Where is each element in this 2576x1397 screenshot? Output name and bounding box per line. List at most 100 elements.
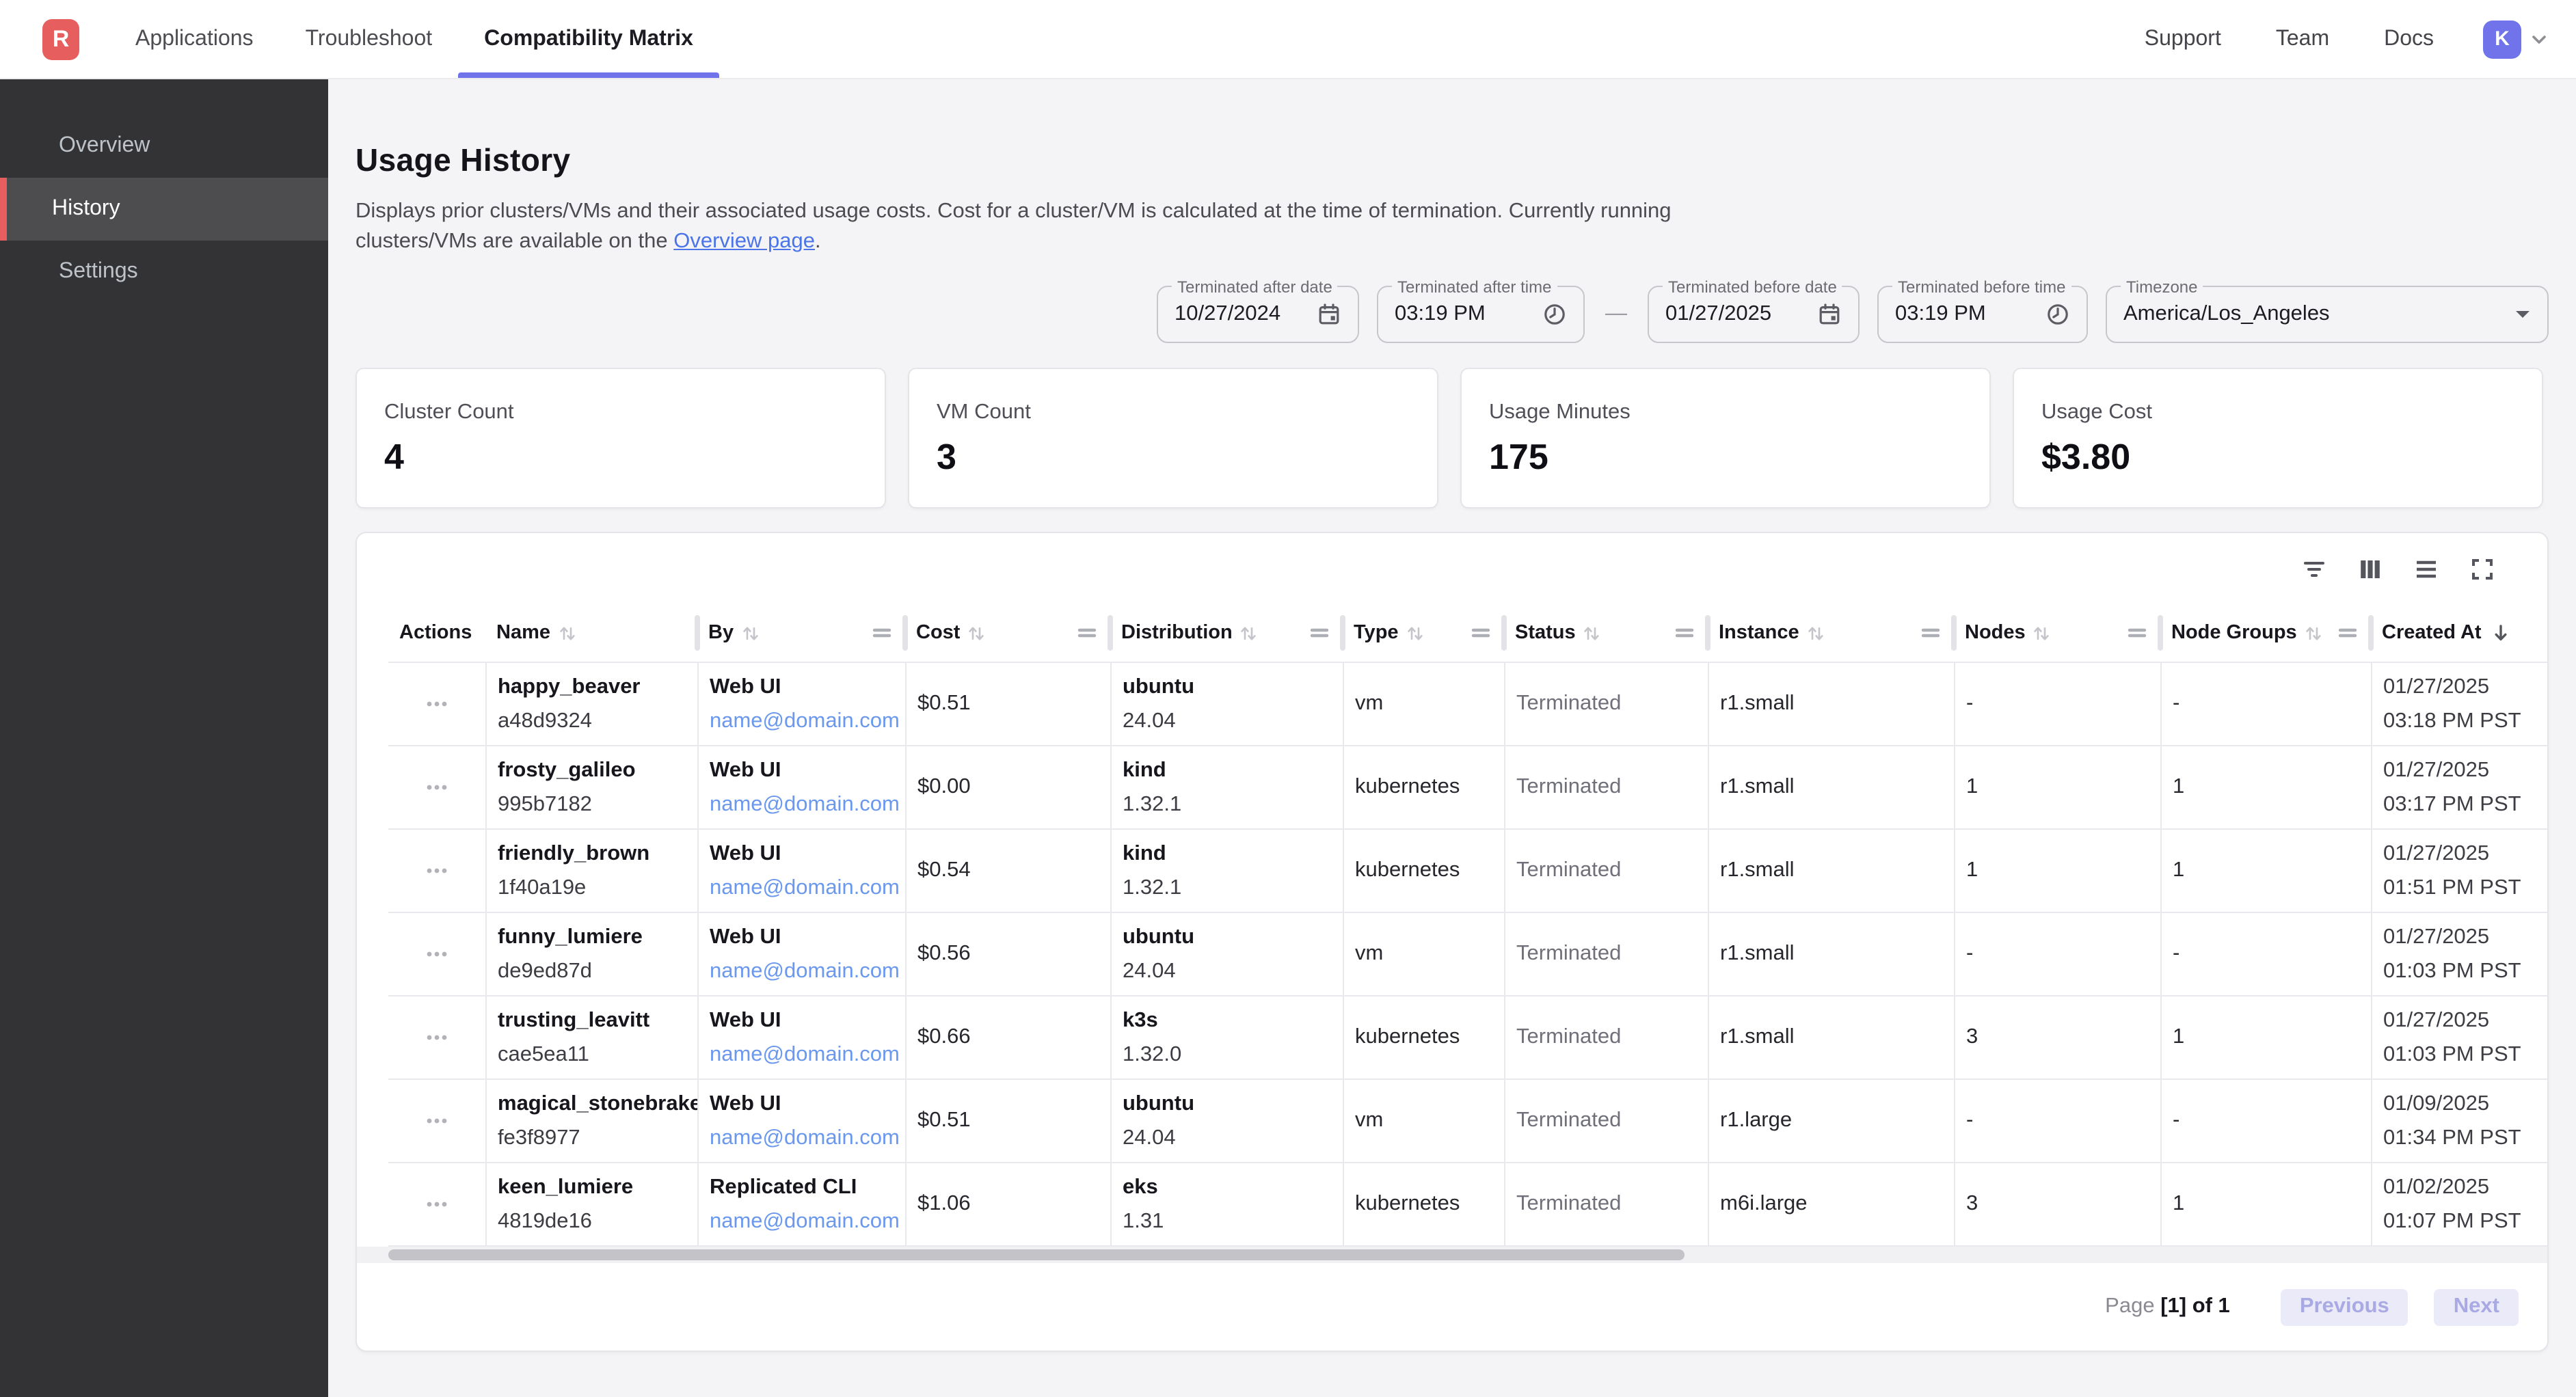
column-header[interactable]: Nodes <box>1954 604 2160 662</box>
timezone-select[interactable]: Timezone America/Los_Angeles <box>2106 286 2549 343</box>
fullscreen-icon[interactable] <box>2469 556 2495 582</box>
cell-status: Terminated <box>1504 996 1708 1079</box>
column-header-label: Node Groups <box>2171 622 2297 644</box>
next-page-button[interactable]: Next <box>2434 1288 2519 1325</box>
column-header[interactable]: Created At <box>2371 604 2547 662</box>
terminated-before-date-field[interactable]: Terminated before date 01/27/2025 <box>1648 286 1860 343</box>
cell-actions <box>388 996 485 1079</box>
column-header[interactable]: Type <box>1343 604 1504 662</box>
sidebar-item[interactable]: Overview <box>0 115 328 178</box>
nav-link[interactable]: Support <box>2117 0 2249 79</box>
created-by-email-link[interactable]: name@domain.com <box>710 1204 894 1238</box>
nav-tab[interactable]: Applications <box>109 0 280 78</box>
cluster-name: trusting_leavitt <box>498 1003 686 1037</box>
cost-value: $0.66 <box>917 1025 1099 1050</box>
created-by-source: Web UI <box>710 1003 894 1037</box>
nav-link[interactable]: Team <box>2249 0 2357 79</box>
created-by-email-link[interactable]: name@domain.com <box>710 1121 894 1155</box>
filter-icon[interactable] <box>2301 556 2327 582</box>
columns-icon[interactable] <box>2357 556 2383 582</box>
distribution-version: 1.32.1 <box>1123 787 1332 822</box>
row-actions-button[interactable] <box>417 775 457 800</box>
clock-icon[interactable] <box>1529 302 1567 327</box>
column-header[interactable]: Distribution <box>1110 604 1343 662</box>
column-menu-icon[interactable] <box>1675 623 1694 642</box>
page-title: Usage History <box>355 142 2549 179</box>
column-header[interactable]: Name <box>485 604 697 662</box>
field-label: Timezone <box>2121 277 2203 297</box>
cell-created-at: 01/27/2025 01:03 PM PST <box>2371 996 2547 1079</box>
created-by-email-link[interactable]: name@domain.com <box>710 704 894 738</box>
cell-status: Terminated <box>1504 913 1708 995</box>
cell-instance: r1.small <box>1708 746 1954 828</box>
calendar-icon[interactable] <box>1303 302 1341 327</box>
created-date: 01/27/2025 <box>2383 1003 2547 1037</box>
clock-icon[interactable] <box>2032 302 2070 327</box>
terminated-before-time-field[interactable]: Terminated before time 03:19 PM <box>1877 286 2088 343</box>
replicated-logo[interactable]: R <box>42 18 79 59</box>
cell-node-groups: 1 <box>2160 1163 2371 1245</box>
date-range-dash: — <box>1602 302 1630 327</box>
nav-tab[interactable]: Compatibility Matrix <box>458 0 719 78</box>
previous-page-button[interactable]: Previous <box>2281 1288 2409 1325</box>
created-by-email-link[interactable]: name@domain.com <box>710 1037 894 1072</box>
sort-icon <box>2304 623 2323 643</box>
row-actions-button[interactable] <box>417 942 457 966</box>
column-menu-icon[interactable] <box>1310 623 1329 642</box>
distribution-name: ubuntu <box>1123 670 1332 704</box>
sort-icon <box>1406 623 1425 643</box>
column-header[interactable]: Status <box>1504 604 1708 662</box>
nodes-value: 3 <box>1966 1192 2149 1217</box>
column-header-label: Distribution <box>1121 622 1233 644</box>
row-actions-button[interactable] <box>417 1109 457 1133</box>
scrollbar-thumb[interactable] <box>388 1249 1685 1260</box>
row-actions-button[interactable] <box>417 692 457 716</box>
created-by-source: Web UI <box>710 670 894 704</box>
nav-tab[interactable]: Troubleshoot <box>280 0 459 78</box>
created-by-email-link[interactable]: name@domain.com <box>710 871 894 905</box>
column-menu-icon[interactable] <box>872 623 891 642</box>
calendar-icon[interactable] <box>1803 302 1842 327</box>
density-icon[interactable] <box>2413 556 2439 582</box>
row-actions-button[interactable] <box>417 858 457 883</box>
distribution-version: 1.32.1 <box>1123 871 1332 905</box>
sidebar-item[interactable]: Settings <box>0 241 328 303</box>
nodes-value: - <box>1966 1109 2149 1133</box>
account-menu-button[interactable]: K <box>2483 20 2551 58</box>
cell-distribution: kind 1.32.1 <box>1110 746 1343 828</box>
column-menu-icon[interactable] <box>1471 623 1490 642</box>
column-header[interactable]: By <box>697 604 905 662</box>
terminated-after-date-field[interactable]: Terminated after date 10/27/2024 <box>1157 286 1359 343</box>
column-menu-icon[interactable] <box>2128 623 2147 642</box>
horizontal-scrollbar[interactable] <box>357 1247 2547 1263</box>
nav-link[interactable]: Docs <box>2357 0 2461 79</box>
column-menu-icon[interactable] <box>2338 623 2357 642</box>
column-menu-icon[interactable] <box>1921 623 1940 642</box>
description-period: . <box>815 229 821 252</box>
column-header[interactable]: Actions <box>388 604 485 662</box>
created-by-email-link[interactable]: name@domain.com <box>710 954 894 988</box>
column-menu-icon[interactable] <box>1077 623 1097 642</box>
cell-nodes: 1 <box>1954 746 2160 828</box>
cell-status: Terminated <box>1504 1163 1708 1245</box>
created-by-email-link[interactable]: name@domain.com <box>710 787 894 822</box>
distribution-version: 24.04 <box>1123 1121 1332 1155</box>
chevron-down-icon <box>2527 27 2551 51</box>
row-actions-button[interactable] <box>417 1192 457 1217</box>
column-header[interactable]: Cost <box>905 604 1110 662</box>
cell-status: Terminated <box>1504 830 1708 912</box>
overview-page-link[interactable]: Overview page <box>673 229 815 252</box>
cell-node-groups: - <box>2160 663 2371 745</box>
terminated-after-time-field[interactable]: Terminated after time 03:19 PM <box>1377 286 1585 343</box>
nav-link-label: Docs <box>2384 27 2434 51</box>
field-value: America/Los_Angeles <box>2123 302 2330 327</box>
column-header[interactable]: Instance <box>1708 604 1954 662</box>
sort-icon <box>1806 623 1825 643</box>
top-navigation: R Applications Troubleshoot Compatibilit… <box>0 0 2576 79</box>
cell-type: kubernetes <box>1343 1163 1504 1245</box>
column-header[interactable]: Node Groups <box>2160 604 2371 662</box>
cell-status: Terminated <box>1504 663 1708 745</box>
row-actions-button[interactable] <box>417 1025 457 1050</box>
field-label: Terminated after date <box>1172 277 1338 297</box>
sidebar-item[interactable]: History <box>0 178 328 241</box>
